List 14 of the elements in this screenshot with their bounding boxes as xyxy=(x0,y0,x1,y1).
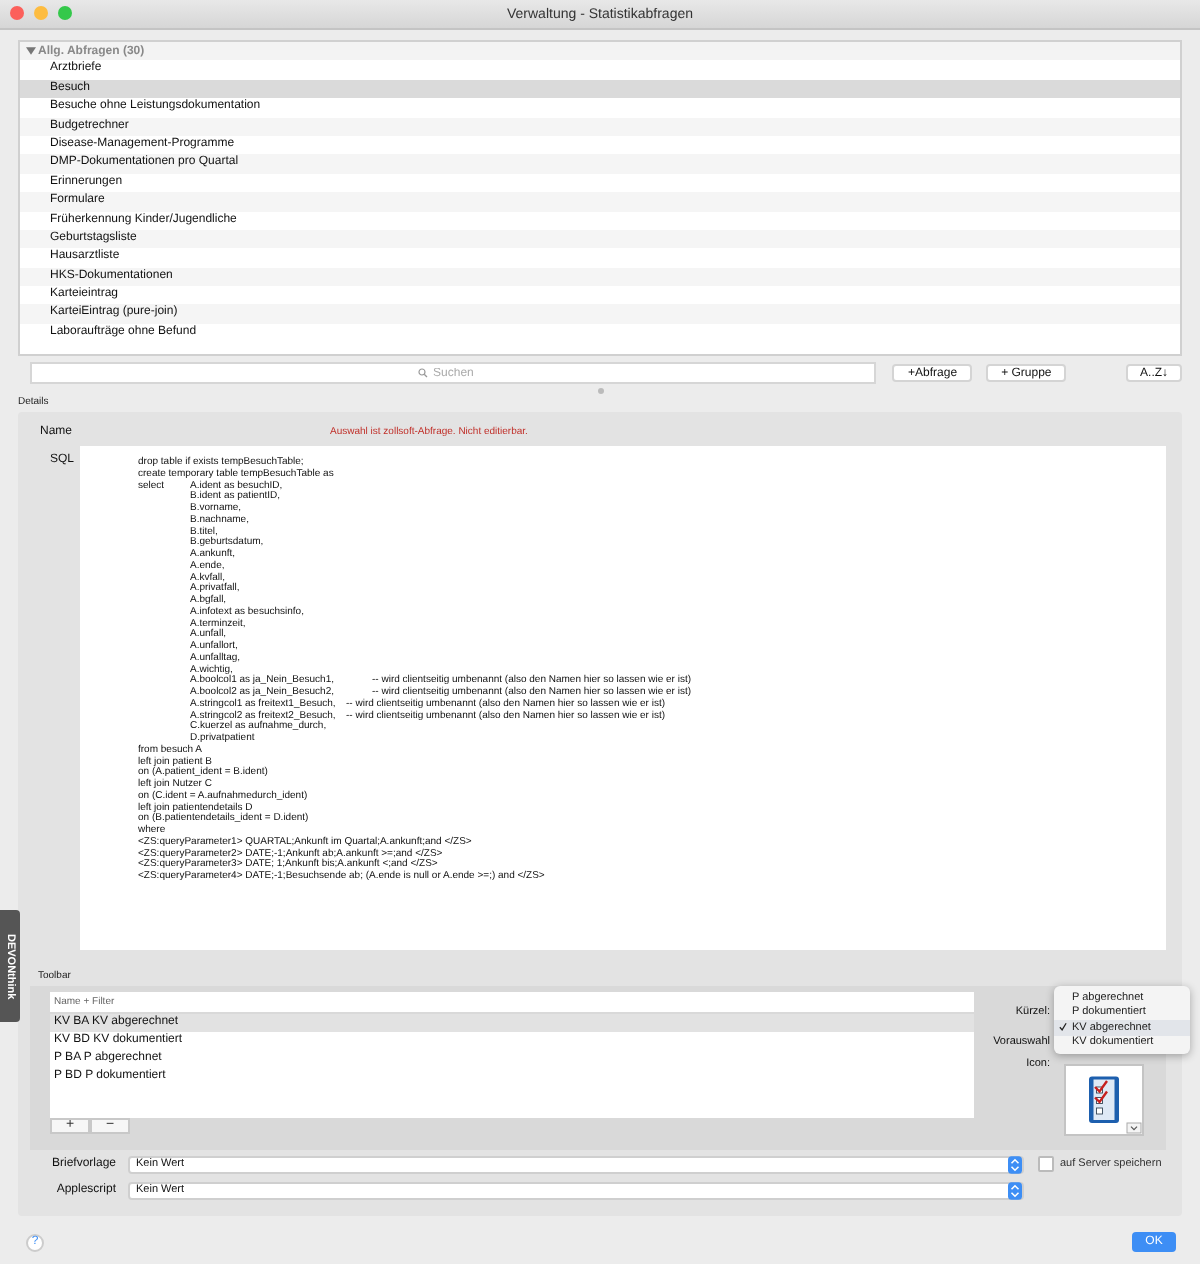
search-icon xyxy=(418,368,428,378)
sql-editor[interactable] xyxy=(80,446,1166,950)
checklist-icon xyxy=(1086,1072,1122,1126)
disclosure-triangle-icon[interactable] xyxy=(26,46,36,57)
close-button[interactable] xyxy=(10,6,24,20)
minimize-button[interactable] xyxy=(34,6,48,20)
checkbox[interactable] xyxy=(1038,1156,1054,1172)
checkmark-icon xyxy=(1058,1022,1068,1033)
stepper-icon xyxy=(1008,1181,1022,1199)
dropdown-arrow-icon[interactable] xyxy=(1126,1122,1142,1134)
icon-well[interactable] xyxy=(1064,1064,1144,1136)
splitter-handle[interactable] xyxy=(597,388,603,394)
stepper-icon xyxy=(1008,1155,1022,1173)
zoom-button[interactable] xyxy=(58,6,72,20)
